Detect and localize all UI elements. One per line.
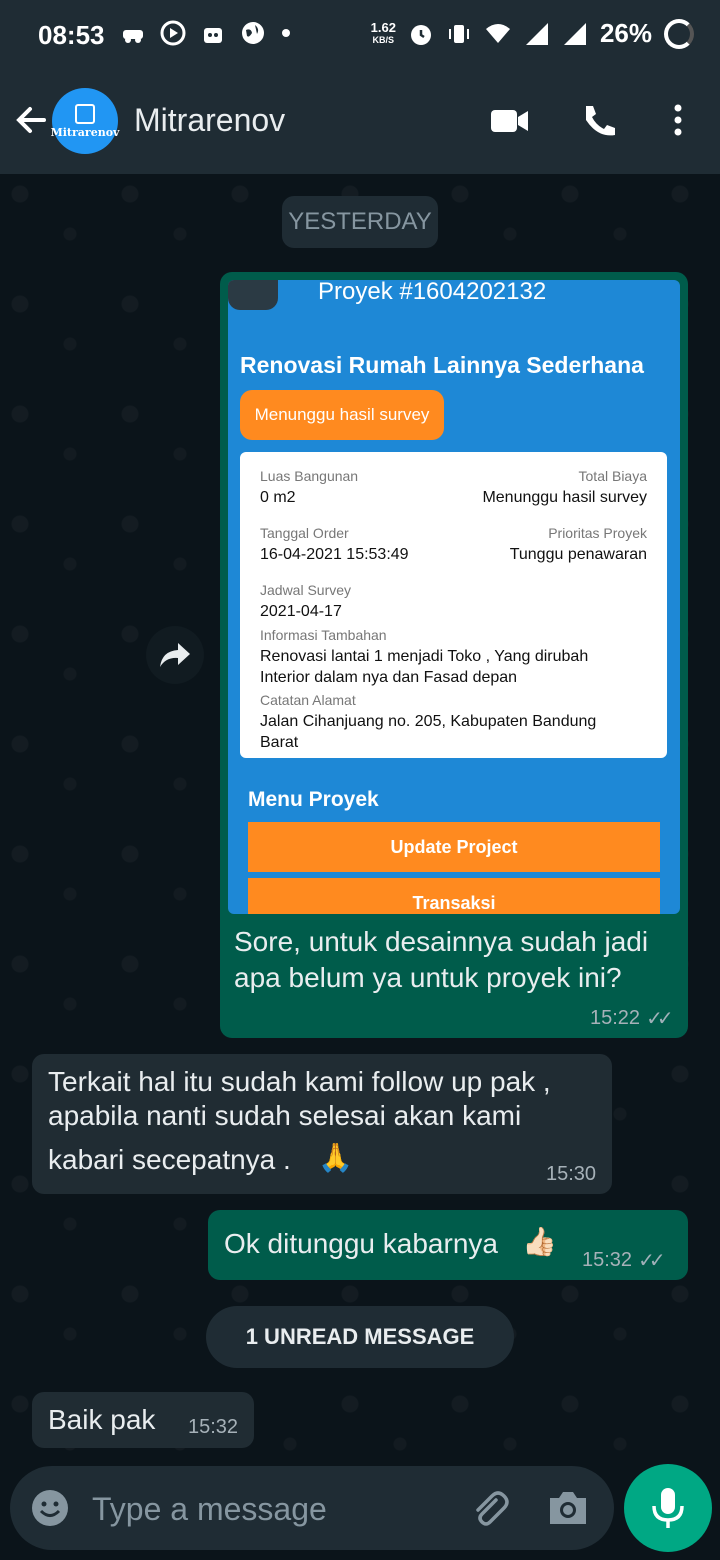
total-label: Total Biaya xyxy=(578,468,647,484)
message-composer xyxy=(10,1466,614,1550)
emoji-icon[interactable] xyxy=(30,1488,70,1528)
video-call-icon[interactable] xyxy=(488,100,532,140)
contact-name[interactable]: Mitrarenov xyxy=(134,102,285,139)
chat-header: Mitrarenov Mitrarenov xyxy=(0,70,720,174)
message-text-line: Baik pak xyxy=(48,1404,156,1435)
tanggal-value: 16-04-2021 15:53:49 xyxy=(260,546,409,563)
back-arrow-icon[interactable] xyxy=(14,100,48,140)
message-text-line: Terkait hal itu sudah kami follow up pak… xyxy=(48,1066,551,1097)
phone-icon[interactable] xyxy=(578,100,622,140)
message-text-line: apa belum ya untuk proyek ini? xyxy=(234,962,622,993)
read-ticks-icon: ✓✓ xyxy=(638,1250,665,1272)
dot-icon xyxy=(282,29,290,37)
alamat-value-line2: Barat xyxy=(260,734,299,751)
wifi-icon xyxy=(485,23,510,43)
message-time: 15:22 xyxy=(590,1007,641,1029)
network-speed: 1.62 KB/S xyxy=(370,19,396,45)
project-title: Renovasi Rumah Lainnya Sederhana xyxy=(240,352,644,378)
message-time: 15:30 xyxy=(546,1163,597,1185)
alamat-value-line1: Jalan Cihanjuang no. 205, Kabupaten Band… xyxy=(260,713,597,730)
voice-record-button[interactable] xyxy=(624,1464,712,1552)
chat-area[interactable]: YESTERDAY Proyek #1604202132 Renovasi Ru… xyxy=(0,174,720,1464)
info-label: Informasi Tambahan xyxy=(260,627,387,643)
status-right-icons: 1.62 KB/S 26% xyxy=(371,18,694,49)
prioritas-label: Prioritas Proyek xyxy=(548,525,647,541)
unread-messages-divider: 1 UNREAD MESSAGE xyxy=(206,1306,514,1368)
thumbs-up-emoji: 👍🏻 xyxy=(522,1226,557,1257)
message-meta: 15:30 xyxy=(546,1163,596,1186)
project-screenshot-image[interactable]: Proyek #1604202132 Renovasi Rumah Lainny… xyxy=(228,280,680,914)
message-text-line: apabila nanti sudah selesai akan kami xyxy=(48,1100,522,1131)
project-status-chip: Menunggu hasil survey xyxy=(240,390,444,440)
logo-icon xyxy=(75,103,95,124)
signal-icon-1 xyxy=(525,22,548,45)
alarm-icon xyxy=(410,24,431,45)
folded-hands-emoji: 🙏 xyxy=(318,1142,353,1173)
message-text-line: Ok ditunggu kabarnya xyxy=(224,1228,498,1259)
message-meta: 15:32 xyxy=(188,1416,238,1439)
read-ticks-icon: ✓✓ xyxy=(646,1008,673,1030)
forward-button[interactable] xyxy=(146,626,204,684)
project-detail-box: Luas Bangunan 0 m2 Total Biaya Menunggu … xyxy=(240,452,667,758)
more-options-icon[interactable] xyxy=(656,100,700,140)
message-meta: 15:32 ✓✓ xyxy=(582,1248,665,1273)
message-time: 15:32 xyxy=(188,1416,239,1438)
message-text-line: Sore, untuk desainnya sudah jadi xyxy=(234,926,649,957)
message-input[interactable] xyxy=(90,1482,454,1536)
luas-label: Luas Bangunan xyxy=(260,468,359,484)
update-project-button: Update Project xyxy=(248,822,660,872)
forward-icon xyxy=(160,643,190,667)
card-app-icon xyxy=(228,280,278,310)
jadwal-label: Jadwal Survey xyxy=(260,582,352,598)
shop-bag-icon xyxy=(204,28,222,43)
alamat-label: Catatan Alamat xyxy=(260,692,356,708)
info-value-line1: Renovasi lantai 1 menjadi Toko , Yang di… xyxy=(260,648,589,665)
avatar[interactable]: Mitrarenov xyxy=(50,88,120,154)
globe-icon xyxy=(242,22,264,44)
message-time: 15:32 xyxy=(582,1249,633,1271)
signal-icon-2 xyxy=(563,22,586,45)
project-id: Proyek #1604202132 xyxy=(318,280,547,305)
info-value-line2: Interior dalam nya dan Fasad depan xyxy=(260,669,518,686)
luas-value: 0 m2 xyxy=(260,489,296,506)
status-notification-icons xyxy=(120,20,292,46)
car-icon xyxy=(123,30,143,43)
prioritas-value: Tunggu penawaran xyxy=(509,546,647,563)
battery-percent: 26% xyxy=(599,18,652,48)
status-time: 08:53 xyxy=(38,20,105,50)
message-text-line: kabari secepatnya . xyxy=(48,1144,291,1175)
status-bar: 08:53 1.62 KB/S 26% xyxy=(0,0,720,70)
total-value: Menunggu hasil survey xyxy=(482,489,647,506)
menu-proyek-title: Menu Proyek xyxy=(248,788,379,811)
mic-icon xyxy=(652,1488,684,1528)
transaksi-button: Transaksi xyxy=(248,878,660,914)
avatar-logo-text: Mitrarenov xyxy=(50,125,120,139)
attach-icon[interactable] xyxy=(466,1486,510,1530)
battery-ring-icon xyxy=(664,18,694,49)
camera-icon[interactable] xyxy=(546,1488,590,1528)
date-separator: YESTERDAY xyxy=(282,196,438,248)
play-circle-icon xyxy=(160,20,186,46)
tanggal-label: Tanggal Order xyxy=(260,525,349,541)
vibrate-icon xyxy=(448,24,469,43)
message-meta: 15:22 ✓✓ xyxy=(590,1006,673,1031)
jadwal-value: 2021-04-17 xyxy=(260,603,342,620)
